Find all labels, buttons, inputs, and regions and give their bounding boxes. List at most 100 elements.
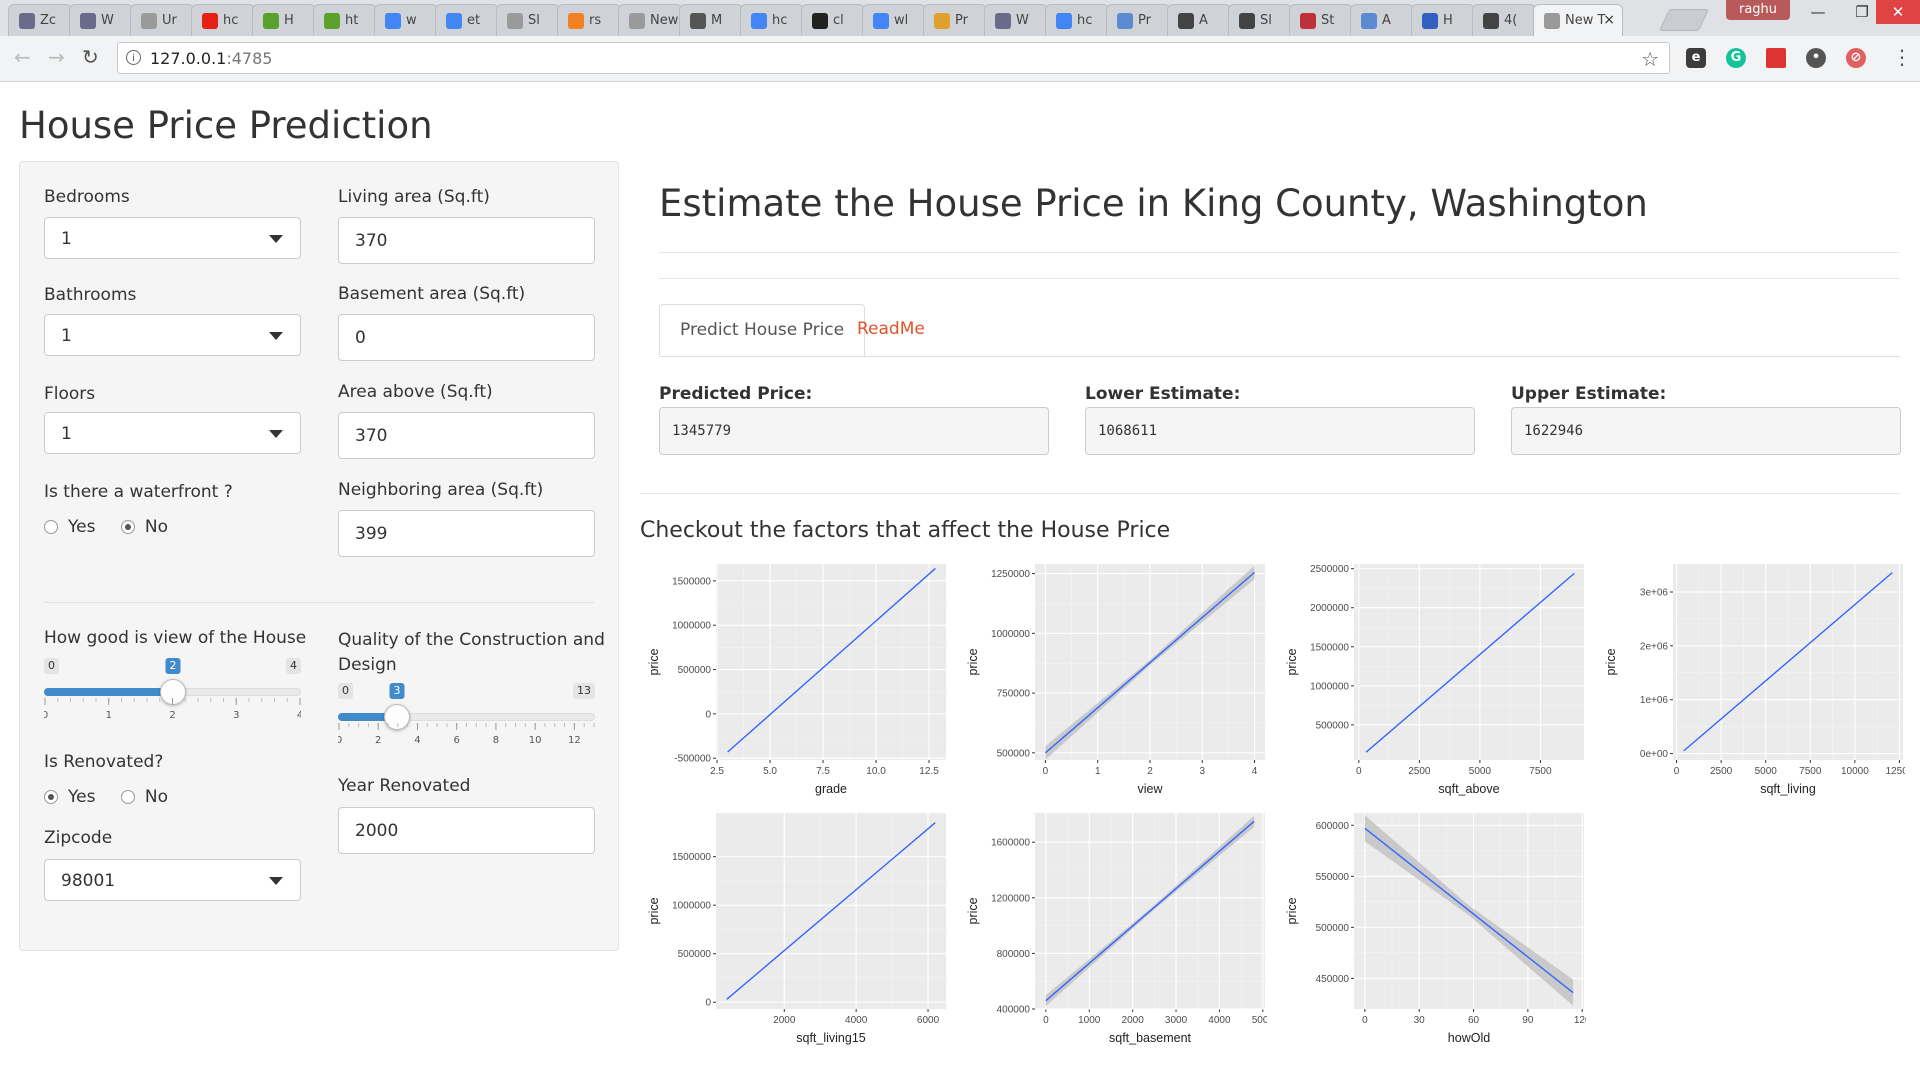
grammarly-extension-icon[interactable]: G [1726, 48, 1746, 68]
chart-svg: 0 1 2 3 4 500000 750000 1000000 1250000 view price [967, 564, 1265, 796]
back-icon[interactable]: ← [14, 47, 31, 67]
tab-predict-house-price[interactable]: Predict House Price [659, 304, 866, 356]
browser-tab[interactable]: New T × [1533, 4, 1623, 36]
slider-value-label: 2 [165, 658, 181, 674]
browser-tab[interactable]: rs [557, 4, 621, 36]
x-axis-title: howOld [1448, 1031, 1490, 1045]
browser-tab[interactable]: A [1167, 4, 1231, 36]
y-tick-label: 1000000 [1310, 681, 1349, 692]
chart-svg: 0 30 60 90 120 450000 500000 550000 600000 howOld… [1286, 813, 1586, 1045]
close-tab-icon[interactable]: × [1603, 12, 1615, 28]
info-icon[interactable]: i [126, 50, 141, 65]
living-area-input[interactable]: 370 [338, 217, 595, 264]
quality-slider[interactable]: 0 13 3 0 2 4 6 8 10 12 [338, 683, 595, 753]
browser-tab-title: wl [894, 13, 909, 28]
forward-icon[interactable]: → [48, 47, 65, 67]
radio-checked-icon[interactable] [120, 520, 135, 534]
slider-tick-label: 2 [375, 735, 381, 746]
x-axis-title: sqft_above [1438, 782, 1499, 796]
browser-tab[interactable]: hc [1045, 4, 1109, 36]
profile-badge[interactable]: raghu [1726, 0, 1790, 20]
price-vs-sqft-living-chart: 0 2500 5000 7500 10000 12500 0e+00 1e+06 2e+06 3e… [1605, 560, 1905, 800]
browser-tab[interactable]: ht [313, 4, 377, 36]
browser-tab-title: Sl [528, 13, 540, 28]
browser-tab-title: A [1382, 13, 1391, 28]
browser-tab[interactable]: et [435, 4, 499, 36]
app-icon [995, 13, 1011, 29]
url-input[interactable]: i 127.0.0.1:4785 ☆ [117, 42, 1670, 74]
browser-tab[interactable]: Sl [1228, 4, 1292, 36]
waterfront-yes-option[interactable]: Yes [44, 517, 95, 537]
divider [659, 252, 1900, 253]
view-slider[interactable]: 0 4 2 0 1 2 3 4 [44, 658, 301, 728]
divider [640, 493, 1900, 494]
zipcode-select[interactable]: 98001 [44, 859, 301, 901]
x-tick-label: 30 [1414, 1015, 1426, 1026]
radio-icon[interactable] [44, 520, 58, 534]
browser-tab-title: New T [650, 13, 681, 28]
y-tick-label: 400000 [997, 1005, 1031, 1016]
chevron-down-icon [269, 430, 283, 438]
renovated-no-option[interactable]: No [120, 787, 168, 807]
browser-tab[interactable]: M [679, 4, 743, 36]
bookmark-extension-icon[interactable] [1766, 48, 1786, 68]
browser-tab-title: W [1016, 13, 1029, 28]
browser-tab[interactable]: hc [191, 4, 255, 36]
browser-tab[interactable]: 4( [1472, 4, 1536, 36]
browser-tab[interactable]: H [252, 4, 316, 36]
x-tick-label: 7500 [1799, 766, 1822, 777]
browser-tab[interactable]: Zc [8, 4, 72, 36]
browser-tab[interactable]: Pr [1106, 4, 1170, 36]
browser-menu-icon[interactable]: ⋮ [1892, 45, 1912, 69]
slider-tick-label: 8 [493, 735, 499, 746]
y-axis-title: price [648, 648, 661, 675]
tab-readme[interactable]: ReadMe [837, 304, 945, 356]
waterfront-no-option[interactable]: No [120, 517, 168, 537]
y-tick-label: 1200000 [991, 893, 1030, 904]
radio-icon[interactable] [120, 790, 135, 804]
bookmark-star-icon[interactable]: ☆ [1641, 47, 1659, 71]
app-page: House Price Prediction Bedrooms 1 Living… [0, 82, 1920, 1080]
browser-tab[interactable]: wl [862, 4, 926, 36]
renovated-yes-option[interactable]: Yes [44, 787, 95, 807]
year-renovated-input[interactable]: 2000 [338, 807, 595, 854]
google-icon [446, 13, 462, 29]
browser-tab[interactable]: New T [618, 4, 682, 36]
quality-label: Quality of the Construction and Design [338, 630, 605, 675]
bulb-extension-icon[interactable]: • [1806, 48, 1826, 68]
radio-checked-icon[interactable] [44, 790, 58, 804]
block-extension-icon[interactable]: ⊘ [1846, 48, 1866, 68]
browser-tab[interactable]: W [984, 4, 1048, 36]
evernote-extension-icon[interactable]: e [1686, 48, 1706, 68]
floors-select[interactable]: 1 [44, 412, 301, 454]
browser-tab[interactable]: cl [801, 4, 865, 36]
slider-ticks: 0 1 2 3 4 [44, 698, 301, 721]
area-above-input[interactable]: 370 [338, 412, 595, 459]
bedrooms-select[interactable]: 1 [44, 217, 301, 259]
browser-tab[interactable]: W [69, 4, 133, 36]
browser-tab[interactable]: Pr [923, 4, 987, 36]
browser-tab[interactable]: w [374, 4, 438, 36]
neighboring-area-input[interactable]: 399 [338, 510, 595, 557]
browser-tab-title: St [1321, 13, 1335, 28]
browser-tab[interactable]: St [1289, 4, 1353, 36]
x-tick-label: 4000 [845, 1015, 868, 1026]
browser-tab-title: Ur [162, 13, 177, 28]
close-window-button[interactable]: ✕ [1876, 0, 1920, 24]
browser-tab[interactable]: hc [740, 4, 804, 36]
basement-area-input[interactable]: 0 [338, 314, 595, 361]
reload-icon[interactable]: ↻ [82, 47, 99, 67]
browser-tab[interactable]: Sl [496, 4, 560, 36]
browser-tab[interactable]: A [1350, 4, 1414, 36]
main-tabs: Predict House Price ReadMe [659, 304, 1900, 357]
minimize-button[interactable]: — [1796, 0, 1840, 24]
predicted-price-label: Predicted Price: [659, 384, 813, 404]
basement-area-label: Basement area (Sq.ft) [338, 284, 526, 304]
bathrooms-select[interactable]: 1 [44, 314, 301, 356]
y-tick-label: 2000000 [1310, 603, 1349, 614]
browser-tab[interactable]: Ur [130, 4, 194, 36]
browser-tab[interactable]: H [1411, 4, 1475, 36]
url-port: :4785 [226, 49, 273, 68]
slider-tick-label: 6 [454, 735, 460, 746]
x-tick-label: 2000 [773, 1015, 796, 1026]
